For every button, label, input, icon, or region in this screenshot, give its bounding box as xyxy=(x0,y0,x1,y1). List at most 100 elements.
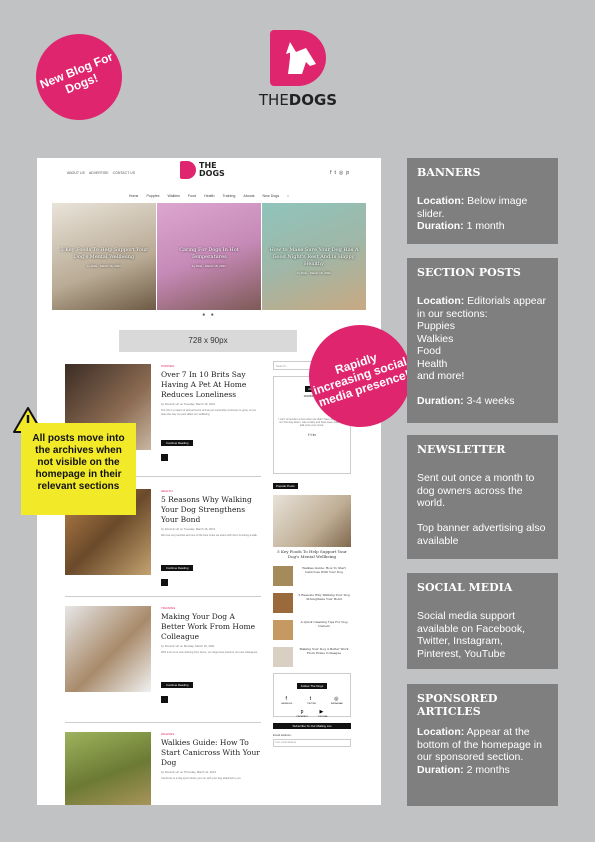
site-logo-mark xyxy=(180,161,196,179)
social-icons: f t ◎ p xyxy=(330,170,349,176)
info-text: Social media support available on Facebo… xyxy=(417,610,525,660)
top-link-contact[interactable]: CONTACT US xyxy=(113,171,135,175)
email-input[interactable]: Your email address xyxy=(273,739,351,747)
slider-dots[interactable]: ● ● xyxy=(37,312,381,318)
brand-name: THEDOGS xyxy=(258,91,338,109)
instagram-icon[interactable]: ◎ xyxy=(339,170,343,176)
info-value: Health xyxy=(417,357,448,370)
facebook-icon[interactable]: f xyxy=(285,696,286,702)
popular-item-title[interactable]: A Quick Cleaning Tips For Dog Owners xyxy=(297,620,351,640)
post-title[interactable]: Over 7 In 10 Brits Say Having A Pet At H… xyxy=(161,370,261,400)
popular-main-image[interactable] xyxy=(273,495,351,547)
popular-item[interactable]: Making Your Dog A Better Work From Home … xyxy=(273,647,351,667)
nav-walkies[interactable]: Walkies xyxy=(167,194,179,198)
post-title[interactable]: Walkies Guide: How To Start Canicross Wi… xyxy=(161,738,261,768)
nav-new-dogs[interactable]: New Dogs xyxy=(263,194,280,198)
slide-caption: How to Make Sure Your Dog Has A Good Nig… xyxy=(266,247,362,277)
post-body: WALKIES Walkies Guide: How To Start Cani… xyxy=(161,732,261,799)
info-title: BANNERS xyxy=(417,166,481,179)
top-link-advertise[interactable]: ADVERTISE xyxy=(89,171,109,175)
nav-abouts[interactable]: Abouts xyxy=(243,194,254,198)
pinterest-icon[interactable]: p xyxy=(346,170,349,176)
info-key: Duration: xyxy=(417,395,464,407)
nav-food[interactable]: Food xyxy=(188,194,196,198)
share-icon[interactable] xyxy=(161,696,168,703)
post-title[interactable]: 5 Reasons Why Walking Your Dog Strengthe… xyxy=(161,495,261,525)
info-box-banners: BANNERS Location: Below image slider. Dur… xyxy=(407,158,558,244)
twitter-icon[interactable]: t xyxy=(334,170,335,176)
post-meta: by Dominic Uri on Thursday, March 11, 20… xyxy=(161,770,217,774)
info-box-section-posts: SECTION POSTS Location: Editorials appea… xyxy=(407,258,558,423)
post-category[interactable]: PUPPIES xyxy=(161,364,261,368)
popular-posts-title: Popular Posts xyxy=(273,483,298,489)
popular-item[interactable]: Walkies Guide: How To Start Canicross Wi… xyxy=(273,566,351,586)
popular-item[interactable]: 5 Reasons Why Walking Your Dog Strengthe… xyxy=(273,593,351,613)
search-icon[interactable]: ⌕ xyxy=(287,194,289,198)
post-card[interactable]: WALKIES Walkies Guide: How To Start Cani… xyxy=(65,732,260,805)
site-header: ABOUT US ADVERTISE CONTACT US THE DOGS f … xyxy=(37,158,381,188)
follow-labels-row-1: FACEBOOK TWITTER INSTAGRAM xyxy=(274,703,350,705)
info-title: SPONSORED ARTICLES xyxy=(417,692,498,718)
site-logo-text: THE DOGS xyxy=(199,162,225,178)
post-image[interactable] xyxy=(65,732,151,805)
follow-widget: Follow The Dogs f t ◎ FACEBOOK TWITTER INSTA… xyxy=(273,673,351,718)
twitter-icon[interactable]: t xyxy=(310,696,311,702)
info-title: NEWSLETTER xyxy=(417,443,506,456)
popular-item[interactable]: A Quick Cleaning Tips For Dog Owners xyxy=(273,620,351,640)
info-box-social-media: SOCIAL MEDIA Social media support availa… xyxy=(407,573,558,669)
info-text: Location: Appear at the bottom of the ho… xyxy=(417,726,548,776)
continue-reading-button[interactable]: Continue Reading xyxy=(161,440,194,446)
post-title[interactable]: Making Your Dog A Better Work From Home … xyxy=(161,612,261,642)
new-blog-badge: New Blog For Dogs! xyxy=(23,21,135,133)
popular-thumb xyxy=(273,620,293,640)
share-icon[interactable] xyxy=(161,454,168,461)
follow-icons-row-1: f t ◎ xyxy=(274,696,350,702)
instagram-icon[interactable]: ◎ xyxy=(334,696,338,702)
nav-health[interactable]: Health xyxy=(204,194,214,198)
image-slider[interactable]: 5 Key Foods To Help Support Your Dog's M… xyxy=(52,203,366,310)
facebook-icon[interactable]: f xyxy=(330,170,331,176)
divider xyxy=(65,722,261,723)
nav-training[interactable]: Training xyxy=(222,194,235,198)
archive-note: All posts move into the archives when no… xyxy=(21,423,136,515)
post-category[interactable]: TRAINING xyxy=(161,606,261,610)
slide-2[interactable]: Caring For Dogs In Hot Temperatures by Di… xyxy=(157,203,261,310)
post-category[interactable]: WALKIES xyxy=(161,732,261,736)
post-meta: by Dominic Uri on Monday, March 15, 2021 xyxy=(161,644,215,648)
popular-item-title[interactable]: Walkies Guide: How To Start Canicross Wi… xyxy=(297,566,351,586)
badge-text: New Blog For Dogs! xyxy=(37,49,115,97)
info-title: SOCIAL MEDIA xyxy=(417,581,513,594)
popular-main-title[interactable]: 5 Key Foods To Help Support Your Dog's M… xyxy=(273,549,351,559)
about-social-icons[interactable]: f t in xyxy=(278,432,346,437)
nav-home[interactable]: Home xyxy=(129,194,139,198)
info-title: SECTION POSTS xyxy=(417,266,521,279)
pinterest-icon[interactable]: p xyxy=(301,709,304,715)
slide-1[interactable]: 5 Key Foods To Help Support Your Dog's M… xyxy=(52,203,156,310)
youtube-icon[interactable]: ▶ xyxy=(319,709,323,715)
stamp-text: Rapidly increasing social media presence… xyxy=(311,349,412,410)
main-nav: Home Puppies Walkies Food Health Trainin… xyxy=(37,189,381,203)
post-excerpt: With a lot of us now working from home, … xyxy=(161,651,259,654)
post-card[interactable]: TRAINING Making Your Dog A Better Work F… xyxy=(65,606,258,703)
follow-labels-row-2: PINTEREST YOUTUBE xyxy=(274,716,350,718)
continue-reading-button[interactable]: Continue Reading xyxy=(161,682,194,688)
slide-1-title: 5 Key Foods To Help Support Your Dog's M… xyxy=(60,247,148,260)
popular-thumb xyxy=(273,593,293,613)
popular-item-title[interactable]: Making Your Dog A Better Work From Home … xyxy=(297,647,351,667)
slide-caption: 5 Key Foods To Help Support Your Dog's M… xyxy=(56,247,152,270)
banner-ad-placeholder[interactable]: 728 x 90px xyxy=(119,330,297,352)
post-excerpt: The UK is a nation of animal lovers and … xyxy=(161,409,257,416)
post-meta: by Dominic Uri on Tuesday, March 16, 202… xyxy=(161,527,216,531)
continue-reading-button[interactable]: Continue Reading xyxy=(161,565,194,571)
share-icon[interactable] xyxy=(161,579,168,586)
slide-3[interactable]: How to Make Sure Your Dog Has A Good Nig… xyxy=(262,203,366,310)
post-image[interactable] xyxy=(65,606,151,692)
popular-item-title[interactable]: 5 Reasons Why Walking Your Dog Strengthe… xyxy=(297,593,351,613)
nav-puppies[interactable]: Puppies xyxy=(146,194,159,198)
top-link-about[interactable]: ABOUT US xyxy=(67,171,85,175)
post-category[interactable]: HEALTH xyxy=(161,489,261,493)
slide-caption: Caring For Dogs In Hot Temperatures by Di… xyxy=(161,247,257,270)
follow-label-pinterest: PINTEREST xyxy=(296,716,308,718)
site-logo[interactable]: THE DOGS xyxy=(180,161,225,179)
popular-thumb xyxy=(273,647,293,667)
